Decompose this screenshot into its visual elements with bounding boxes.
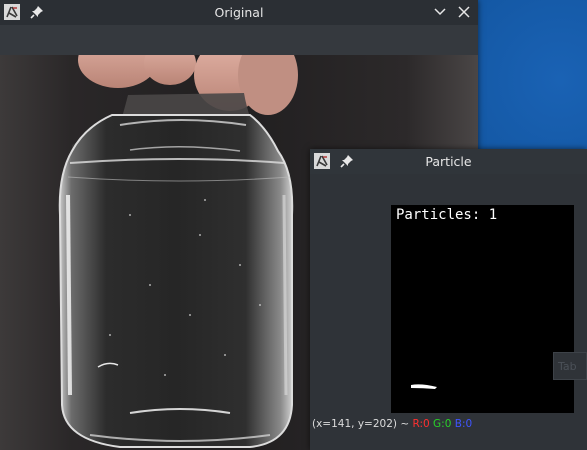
window-title: Original: [214, 5, 264, 20]
particle-titlebar[interactable]: Particle: [310, 149, 587, 174]
close-icon[interactable]: [457, 5, 471, 19]
original-titlebar[interactable]: Original: [0, 0, 478, 25]
green-value: G:0: [433, 418, 452, 430]
window-title: Particle: [425, 154, 472, 169]
particle-window: Particle Particles: 1 Tab (x=141, y=202)…: [310, 149, 587, 450]
status-separator: ~: [400, 418, 410, 430]
chevron-down-icon[interactable]: [433, 5, 447, 19]
particle-image-area[interactable]: Particles: 1: [391, 205, 574, 413]
side-tab-widget[interactable]: Tab: [553, 352, 587, 380]
statusbar: (x=141, y=202) ~ R:0 G:0 B:0: [310, 418, 587, 434]
red-value: R:0: [412, 418, 430, 430]
detected-particle: [411, 384, 437, 389]
cursor-coordinates: (x=141, y=202): [312, 418, 397, 430]
particle-content: Particles: 1 Tab (x=141, y=202) ~ R:0 G:…: [310, 174, 587, 450]
blue-value: B:0: [454, 418, 473, 430]
